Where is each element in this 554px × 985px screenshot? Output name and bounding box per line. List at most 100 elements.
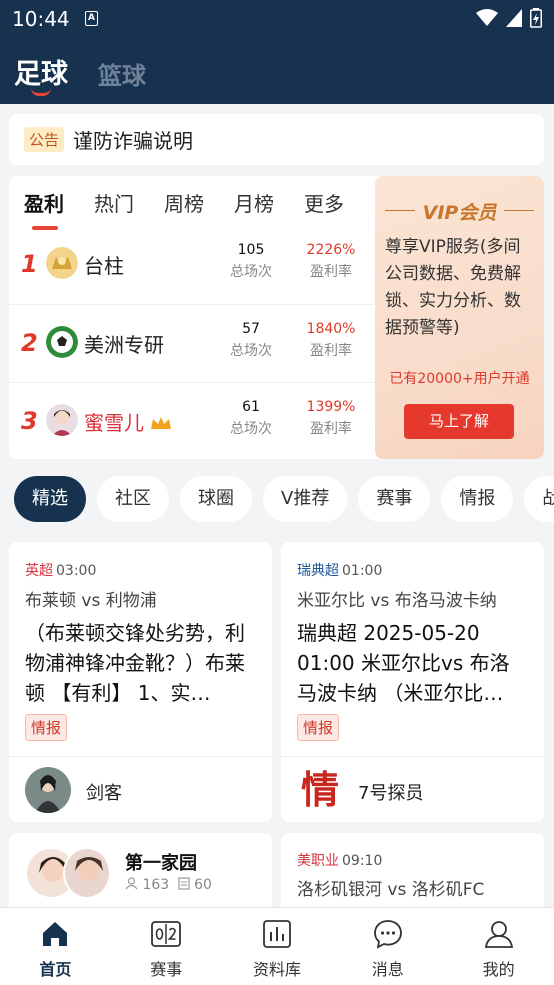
bar-chart-icon <box>263 920 291 948</box>
ranking-tabs: 盈利 热门 周榜 月榜 更多 <box>24 188 344 230</box>
profit-rate: 2226% 盈利率 <box>300 242 362 281</box>
author-name: 7号探员 <box>358 783 424 804</box>
league-name: 瑞典超 <box>297 563 339 579</box>
author-row[interactable]: 情 7号探员 <box>281 756 544 822</box>
chip-community[interactable]: 社区 <box>97 476 169 522</box>
notice-badge: 公告 <box>24 127 65 152</box>
vip-title: VIP会员 <box>375 198 544 225</box>
user-icon <box>484 921 513 948</box>
expert-name: 蜜雪儿 <box>84 407 172 436</box>
feed-card[interactable]: 瑞典超 01:00 米亚尔比 vs 布洛马波卡纳 瑞典超 2025-05-20 0… <box>281 542 544 822</box>
learn-more-button[interactable]: 马上了解 <box>404 404 514 439</box>
total-matches-label: 总场次 <box>230 264 272 280</box>
rank-number: 2 <box>21 329 38 357</box>
chip-v-recommend[interactable]: V推荐 <box>263 476 348 522</box>
notification-a-icon: A <box>85 11 98 26</box>
expert-name-text: 蜜雪儿 <box>84 411 144 435</box>
card-body-text: 瑞典超 2025-05-20 01:00 米亚尔比vs 布洛马波卡纳 （米亚尔比… <box>297 621 510 705</box>
notice-text: 谨防诈骗说明 <box>73 129 194 153</box>
category-chips: 精选 社区 球圈 V推荐 赛事 情报 战 <box>14 476 554 524</box>
home-icon <box>43 922 68 946</box>
nav-home[interactable]: 首页 <box>0 908 111 985</box>
profit-rate-label: 盈利率 <box>310 343 352 359</box>
nav-matches[interactable]: 赛事 <box>111 908 222 985</box>
tab-profit[interactable]: 盈利 <box>24 188 64 230</box>
avatar <box>63 847 111 899</box>
card-header: 瑞典超 01:00 <box>297 560 382 580</box>
nav-messages[interactable]: 消息 <box>332 908 443 985</box>
scoreboard-icon <box>151 921 182 947</box>
tab-basketball[interactable]: 篮球 <box>98 56 146 91</box>
tab-football-label: 足球 <box>14 59 68 90</box>
tab-weekly[interactable]: 周榜 <box>164 188 204 217</box>
tab-basketball-label: 篮球 <box>98 62 146 90</box>
feed-card[interactable]: 英超 03:00 布莱顿 vs 利物浦 （布莱顿交锋处劣势，利物浦神锋冲金靴？）布… <box>9 542 272 822</box>
total-matches-label: 总场次 <box>230 343 272 359</box>
chip-intel[interactable]: 情报 <box>441 476 514 522</box>
nav-database-label: 资料库 <box>252 960 301 979</box>
card-header: 美职业 09:10 <box>297 850 382 870</box>
nav-home-label: 首页 <box>39 960 72 979</box>
rank-number: 1 <box>21 250 38 278</box>
crown-icon <box>151 417 172 429</box>
vip-user-count: 已有20000+用户开通 <box>389 371 530 387</box>
profit-rate-value: 1840% <box>306 321 356 337</box>
match-time: 01:00 <box>342 563 383 579</box>
chip-circle[interactable]: 球圈 <box>180 476 252 522</box>
posts-icon <box>178 877 190 890</box>
chat-bubble-icon <box>373 920 402 949</box>
profit-rate-label: 盈利率 <box>310 421 352 437</box>
total-matches: 105 总场次 <box>221 242 281 281</box>
ranking-row[interactable]: 1 台柱 105 总场次 2226% 盈利率 <box>9 226 374 304</box>
profit-rate-value: 1399% <box>306 399 356 415</box>
status-bar: 10:44 A <box>0 0 554 36</box>
profit-rate: 1399% 盈利率 <box>300 399 362 438</box>
tab-more[interactable]: 更多 <box>304 188 344 217</box>
total-matches: 57 总场次 <box>221 321 281 360</box>
status-time: 10:44 <box>12 7 70 31</box>
ranking-row[interactable]: 2 美洲专研 57 总场次 1840% 盈利率 <box>9 304 374 382</box>
card-body-text: （布莱顿交锋处劣势，利物浦神锋冲金靴？）布莱顿 【有利】 1、实… <box>25 621 245 705</box>
intel-tag: 情报 <box>297 714 340 741</box>
profit-rate-label: 盈利率 <box>310 264 352 280</box>
tab-football[interactable]: 足球 <box>14 52 68 96</box>
chip-featured[interactable]: 精选 <box>14 476 86 522</box>
chip-more[interactable]: 战 <box>524 476 554 522</box>
community-stats: 163 60 <box>125 877 212 893</box>
total-matches: 61 总场次 <box>221 399 281 438</box>
expert-name: 美洲专研 <box>84 333 164 357</box>
author-row[interactable]: 剑客 <box>9 756 272 822</box>
league-name: 美职业 <box>297 853 339 869</box>
ranking-card: 盈利 热门 周榜 月榜 更多 1 台柱 105 总场次 2226% 盈利率 2 … <box>9 176 544 459</box>
author-logo-glyph: 情 <box>300 767 339 812</box>
total-matches-value: 105 <box>237 242 265 258</box>
tab-monthly[interactable]: 月榜 <box>234 188 274 217</box>
battery-icon <box>530 8 542 28</box>
avatar <box>46 404 78 436</box>
match-teams: 洛杉矶银河 vs 洛杉矶FC <box>297 880 485 900</box>
match-teams: 米亚尔比 vs 布洛马波卡纳 <box>297 591 497 611</box>
vip-description: 尊享VIP服务(多间公司数据、免费解锁、实力分析、数据预警等) <box>385 237 521 338</box>
members-icon <box>125 877 138 890</box>
total-matches-label: 总场次 <box>230 421 272 437</box>
match-teams: 布莱顿 vs 利物浦 <box>25 591 157 611</box>
sport-tabs: 足球 篮球 <box>14 52 146 96</box>
notice-bar[interactable]: 公告 谨防诈骗说明 <box>9 114 544 165</box>
nav-profile[interactable]: 我的 <box>443 908 554 985</box>
profit-rate-value: 2226% <box>306 242 356 258</box>
ranking-row[interactable]: 3 蜜雪儿 61 总场次 1399% 盈利率 <box>9 382 374 459</box>
author-name: 剑客 <box>86 783 122 804</box>
total-matches-value: 61 <box>242 399 260 415</box>
nav-database[interactable]: 资料库 <box>222 908 333 985</box>
nav-profile-label: 我的 <box>482 960 515 979</box>
community-name: 第一家园 <box>125 853 197 874</box>
cellular-icon <box>506 9 522 27</box>
active-tab-indicator <box>31 88 51 96</box>
avatar: 情 <box>297 767 343 813</box>
member-count: 163 <box>142 877 170 893</box>
tab-hot[interactable]: 热门 <box>94 188 134 217</box>
chip-events[interactable]: 赛事 <box>358 476 431 522</box>
vip-promo-card[interactable]: VIP会员 尊享VIP服务(多间公司数据、免费解锁、实力分析、数据预警等) 已有… <box>375 176 544 459</box>
nav-matches-label: 赛事 <box>150 960 183 979</box>
intel-tag: 情报 <box>25 714 68 741</box>
